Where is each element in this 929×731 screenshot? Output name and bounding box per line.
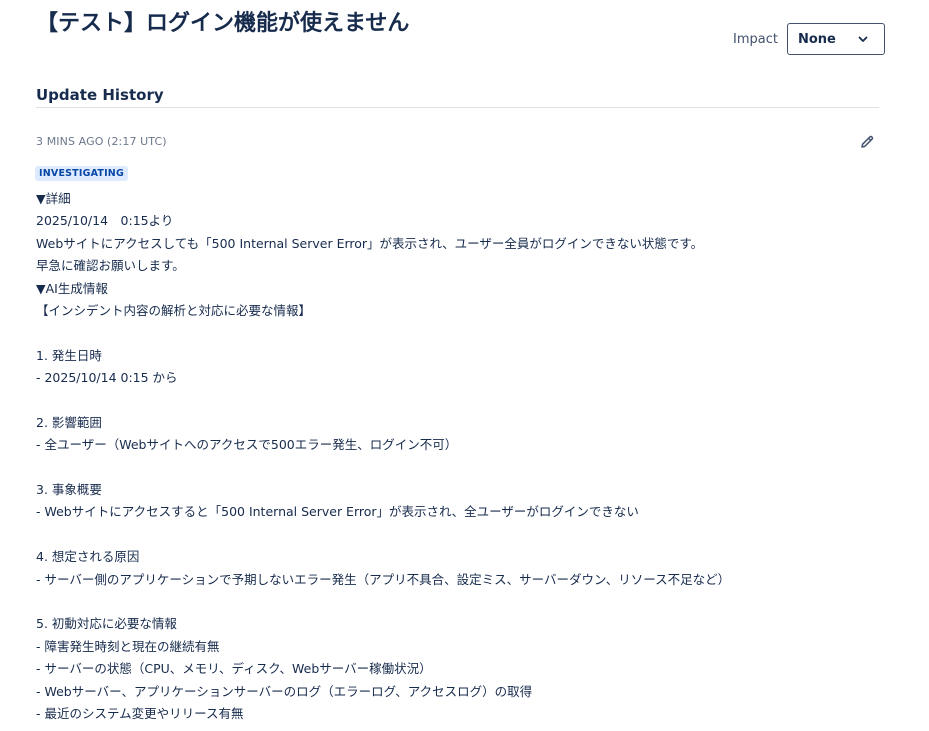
update-body: ▼詳細 2025/10/14 0:15より Webサイトにアクセスしても「500 I…	[36, 188, 896, 725]
update-body-line	[36, 457, 896, 479]
section-divider	[36, 107, 879, 108]
impact-select-value: None	[797, 31, 836, 47]
update-body-line: 早急に確認お願いします。	[36, 258, 185, 274]
update-body-line: Webサイトにアクセスしても「500 Internal Server Error…	[36, 235, 704, 251]
impact-label: Impact	[733, 31, 778, 47]
update-body-line: - Webサーバー、アプリケーションサーバーのログ（エラーログ、アクセスログ）の…	[36, 683, 533, 699]
update-body-line: 3. 事象概要	[36, 482, 102, 498]
update-body-line	[36, 322, 896, 344]
update-body-line: ▼詳細	[36, 191, 71, 206]
update-body-line: 5. 初動対応に必要な情報	[36, 616, 177, 632]
update-body-line: - サーバーの状態（CPU、メモリ、ディスク、Webサーバー稼働状況）	[36, 661, 432, 677]
impact-select[interactable]: None	[786, 23, 885, 55]
update-body-line: 1. 発生日時	[36, 347, 102, 363]
update-timestamp: 3 MINS AGO (2:17 UTC)	[36, 135, 167, 148]
update-body-line: ▼AI生成情報	[36, 280, 108, 296]
update-body-line: - 2025/10/14 0:15 から	[36, 370, 178, 386]
edit-update-button[interactable]	[858, 133, 876, 151]
status-badge: INVESTIGATING	[35, 166, 128, 181]
update-body-line: - Webサイトにアクセスすると「500 Internal Server Err…	[36, 504, 639, 520]
update-body-line: 【インシデント内容の解析と対応に必要な情報】	[36, 302, 312, 318]
update-body-line: - 全ユーザー（Webサイトへのアクセスで500エラー発生、ログイン不可）	[36, 437, 458, 453]
update-body-line: 4. 想定される原因	[36, 549, 140, 565]
update-history-title: Update History	[36, 86, 164, 104]
pencil-icon	[861, 135, 874, 148]
update-body-line: 2. 影響範囲	[36, 414, 102, 430]
page-title: 【テスト】ログイン機能が使えません	[36, 11, 410, 36]
update-body-line: - サーバー側のアプリケーションで予期しないエラー発生（アプリ不具合、設定ミス、…	[36, 571, 731, 587]
update-body-line: - 障害発生時刻と現在の継続有無	[36, 638, 220, 654]
impact-control: Impact None	[733, 23, 885, 55]
chevron-down-icon	[858, 36, 868, 42]
update-body-line	[36, 524, 896, 546]
update-body-line: - 最近のシステム変更やリリース有無	[36, 705, 244, 721]
update-body-line: 2025/10/14 0:15より	[36, 213, 174, 229]
update-body-line	[36, 390, 896, 412]
update-body-line	[36, 591, 896, 613]
